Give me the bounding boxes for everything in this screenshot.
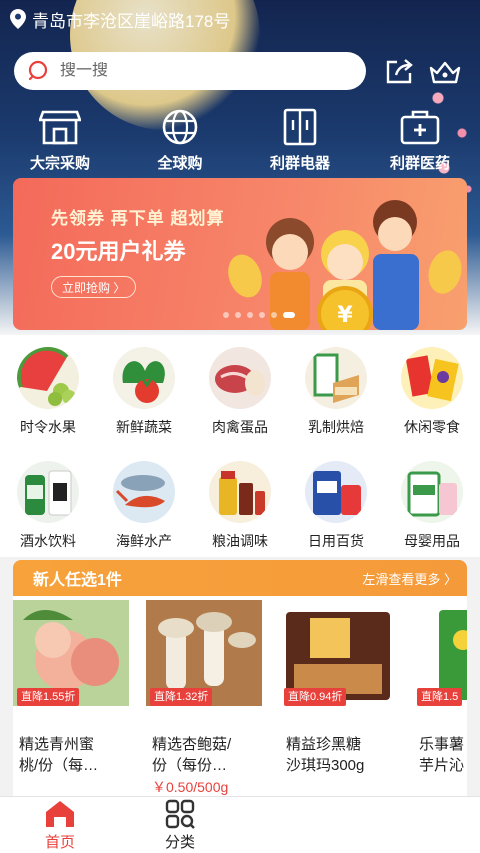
banner-illustration: ¥ (228, 200, 462, 330)
category-label: 粮油调味 (212, 533, 268, 549)
new-user-section: 新人任选1件 左滑查看更多 〉 直降1.55折 精选青州蜜 桃/份（每… 直降1… (13, 560, 467, 800)
seafood-image (113, 461, 175, 523)
category-seafood[interactable]: 海鲜水产 (96, 461, 192, 551)
location-pin-icon (10, 9, 26, 29)
banner-slogan: 先领券 再下单 超划算 (51, 209, 225, 228)
search-bar[interactable] (14, 52, 366, 90)
category-vegetables[interactable]: 新鲜蔬菜 (96, 347, 192, 437)
product-name: 精选青州蜜 桃/份（每… (19, 736, 99, 774)
baby-image (401, 461, 463, 523)
daily-goods-image (305, 461, 367, 523)
pagination-dot (247, 312, 253, 318)
product-name: 精益珍黑糖 沙琪玛300g (286, 736, 365, 774)
category-drinks[interactable]: 酒水饮料 (0, 461, 96, 551)
category-label: 酒水饮料 (20, 533, 76, 549)
category-grid: 时令水果 新鲜蔬菜 肉禽蛋品 乳制烘焙 休闲零食 酒水饮料 海鲜水产 粮油调味 … (0, 335, 480, 557)
address-text: 青岛市李沧区崖峪路178号 (32, 11, 231, 31)
product-card[interactable]: 直降1.55折 精选青州蜜 桃/份（每… (13, 600, 129, 776)
product-image: 直降1.55折 (13, 600, 129, 706)
refrigerator-icon (283, 108, 317, 146)
quick-nav-appliances[interactable]: 利群电器 (245, 108, 355, 174)
category-label: 海鲜水产 (116, 533, 172, 549)
category-grain-oil[interactable]: 粮油调味 (192, 461, 288, 551)
category-dairy-bakery[interactable]: 乳制烘焙 (288, 347, 384, 437)
discount-tag: 直降1.32折 (150, 688, 213, 706)
grain-oil-image (209, 461, 271, 523)
location-bar[interactable]: 青岛市李沧区崖峪路178号 (10, 6, 230, 32)
bottom-nav: 首页 分类 (0, 796, 480, 853)
dairy-image (305, 347, 367, 409)
category-label: 时令水果 (20, 419, 76, 435)
quick-nav-label: 利群电器 (269, 155, 330, 172)
pagination-dot (271, 312, 277, 318)
fruit-image (17, 347, 79, 409)
drinks-image (17, 461, 79, 523)
globe-icon (162, 109, 198, 145)
tab-label: 首页 (44, 834, 75, 851)
product-image: 直降1.5 (413, 600, 467, 706)
search-input[interactable] (60, 62, 340, 80)
quick-nav-label: 利群医药 (389, 155, 450, 172)
new-user-title: 新人任选1件 (33, 572, 122, 589)
product-price: ￥0.50/500g (152, 779, 229, 795)
pagination-dot (283, 312, 295, 318)
store-icon (39, 110, 81, 145)
discount-tag: 直降1.55折 (17, 688, 80, 706)
quick-nav-bulk-purchase[interactable]: 大宗采购 (5, 108, 115, 174)
promo-banner[interactable]: 先领券 再下单 超划算 20元用户礼券 立即抢购 〉 ¥ (13, 178, 467, 330)
quick-nav-global[interactable]: 全球购 (125, 108, 235, 174)
quick-nav-label: 大宗采购 (29, 155, 90, 172)
search-icon (28, 60, 48, 81)
discount-tag: 直降0.94折 (284, 688, 347, 706)
product-image: 直降1.32折 (146, 600, 262, 706)
category-baby[interactable]: 母婴用品 (384, 461, 480, 551)
product-card[interactable]: 直降0.94折 精益珍黑糖 沙琪玛300g (280, 600, 396, 776)
tab-home[interactable]: 首页 (20, 799, 100, 852)
vegetables-image (113, 347, 175, 409)
quick-nav: 大宗采购 全球购 利群电器 利群医药 (0, 108, 480, 174)
new-user-header: 新人任选1件 左滑查看更多 〉 (13, 560, 467, 596)
category-grid-icon (165, 799, 195, 829)
see-more-link[interactable]: 左滑查看更多 〉 (362, 569, 457, 588)
category-label: 日用百货 (308, 533, 364, 549)
share-icon[interactable] (384, 56, 416, 86)
product-name: 乐事薯 芋片沁 (419, 736, 465, 774)
pagination-dot (259, 312, 265, 318)
crown-basket-icon[interactable] (428, 56, 462, 86)
category-daily-goods[interactable]: 日用百货 (288, 461, 384, 551)
svg-text:¥: ¥ (337, 303, 353, 328)
quick-nav-pharmacy[interactable]: 利群医药 (365, 108, 475, 174)
category-label: 肉禽蛋品 (212, 419, 268, 435)
tab-label: 分类 (164, 834, 195, 851)
pagination-dot (235, 312, 241, 318)
tab-category[interactable]: 分类 (140, 799, 220, 852)
category-label: 乳制烘焙 (308, 419, 364, 435)
banner-buy-button[interactable]: 立即抢购 〉 (51, 276, 137, 298)
medical-kit-icon (400, 110, 440, 145)
snacks-image (401, 347, 463, 409)
product-name: 精选杏鲍菇/ 份（每份… (152, 736, 232, 774)
product-image: 直降0.94折 (280, 600, 396, 706)
banner-title: 20元用户礼券 (51, 239, 186, 264)
home-icon (46, 801, 74, 827)
discount-tag: 直降1.5 (417, 688, 463, 706)
category-label: 休闲零食 (404, 419, 460, 435)
pagination-dot (223, 312, 229, 318)
category-label: 新鲜蔬菜 (116, 419, 172, 435)
category-label: 母婴用品 (404, 533, 460, 549)
category-meat-eggs[interactable]: 肉禽蛋品 (192, 347, 288, 437)
category-snacks[interactable]: 休闲零食 (384, 347, 480, 437)
product-card[interactable]: 直降1.32折 精选杏鲍菇/ 份（每份… ￥0.50/500g (146, 600, 262, 797)
banner-pagination (223, 312, 295, 318)
product-carousel[interactable]: 直降1.55折 精选青州蜜 桃/份（每… 直降1.32折 精选杏鲍菇/ 份（每份… (13, 600, 467, 800)
product-card[interactable]: 直降1.5 乐事薯 芋片沁 (413, 600, 467, 776)
meat-image (209, 347, 271, 409)
quick-nav-label: 全球购 (157, 155, 203, 172)
category-fruit[interactable]: 时令水果 (0, 347, 96, 437)
